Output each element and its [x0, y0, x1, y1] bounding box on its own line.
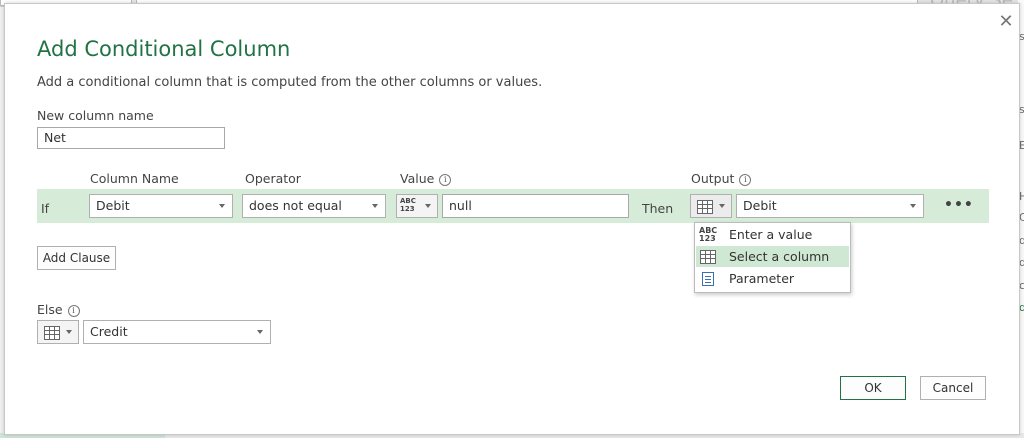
- table-icon: [697, 200, 713, 214]
- output-header: Output i: [691, 171, 752, 186]
- abc-123-icon: ABC 123: [400, 197, 416, 213]
- column-name-value: Debit: [96, 198, 130, 213]
- output-column-dropdown[interactable]: Debit: [736, 194, 924, 218]
- column-name-dropdown[interactable]: Debit: [89, 194, 233, 218]
- close-icon[interactable]: ✕: [996, 12, 1016, 32]
- then-label: Then: [642, 201, 674, 216]
- chevron-down-icon: [719, 204, 725, 208]
- info-icon[interactable]: i: [739, 174, 752, 186]
- menu-item-label: Enter a value: [729, 227, 813, 242]
- dialog-title: Add Conditional Column: [37, 37, 291, 61]
- value-header-label: Value: [400, 171, 435, 186]
- abc-123-icon: ABC 123: [699, 226, 718, 243]
- value-input[interactable]: null: [442, 194, 629, 218]
- info-icon[interactable]: i: [439, 174, 452, 186]
- operator-header: Operator: [245, 171, 301, 186]
- menu-item-label: Parameter: [729, 271, 795, 286]
- menu-item-select-column[interactable]: Select a column: [696, 246, 849, 267]
- output-value: Debit: [743, 198, 777, 213]
- table-icon: [44, 326, 60, 340]
- table-icon: [700, 250, 716, 264]
- more-options-icon[interactable]: •••: [944, 198, 974, 212]
- else-value: Credit: [90, 324, 128, 339]
- value-header: Value i: [400, 171, 452, 186]
- menu-item-label: Select a column: [729, 249, 830, 264]
- operator-dropdown[interactable]: does not equal: [242, 194, 386, 218]
- menu-item-enter-value[interactable]: ABC 123 Enter a value: [696, 224, 849, 245]
- else-label: Else: [37, 302, 63, 317]
- chevron-down-icon: [372, 204, 378, 208]
- new-column-name-input[interactable]: Net: [37, 127, 225, 149]
- new-column-name-label: New column name: [37, 108, 154, 123]
- parameter-icon: [702, 272, 714, 286]
- if-label: If: [41, 201, 50, 216]
- ok-button[interactable]: OK: [840, 376, 906, 400]
- else-label-group: Else i: [37, 302, 80, 317]
- else-type-button[interactable]: [37, 320, 79, 344]
- value-type-button[interactable]: ABC 123: [396, 194, 438, 218]
- chevron-down-icon: [425, 204, 431, 208]
- chevron-down-icon: [257, 330, 263, 334]
- add-clause-button[interactable]: Add Clause: [37, 246, 116, 270]
- column-name-header: Column Name: [90, 171, 179, 186]
- output-type-menu: ABC 123 Enter a value Select a column Par…: [694, 222, 851, 293]
- operator-value: does not equal: [249, 198, 342, 213]
- chevron-down-icon: [219, 204, 225, 208]
- add-conditional-column-dialog: ✕ Add Conditional Column Add a condition…: [4, 3, 1020, 435]
- dialog-description: Add a conditional column that is compute…: [37, 75, 543, 90]
- info-icon[interactable]: i: [67, 305, 80, 317]
- output-header-label: Output: [691, 171, 735, 186]
- output-type-button[interactable]: [690, 194, 732, 218]
- menu-item-parameter[interactable]: Parameter: [696, 268, 849, 289]
- chevron-down-icon: [66, 330, 72, 334]
- chevron-down-icon: [910, 204, 916, 208]
- else-column-dropdown[interactable]: Credit: [83, 320, 271, 344]
- cancel-button[interactable]: Cancel: [920, 376, 986, 400]
